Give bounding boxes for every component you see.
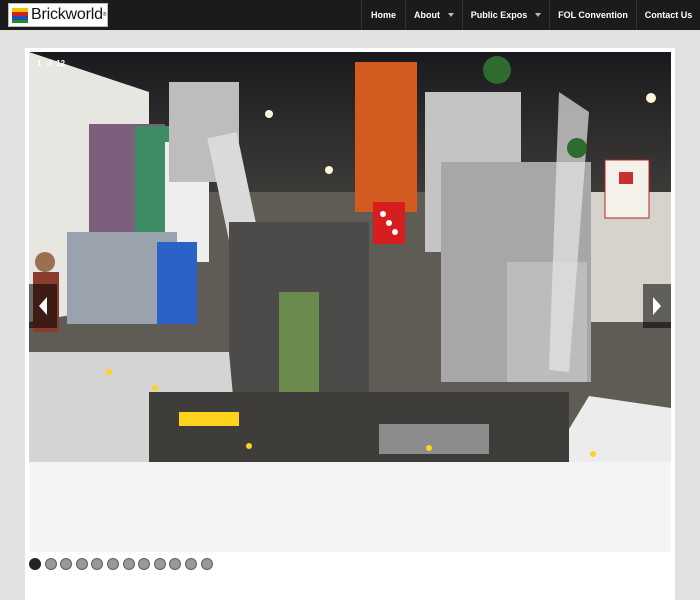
slide-pagination [29, 558, 213, 570]
nav-label-fol-convention: FOL Convention [558, 10, 628, 20]
slide-dot-6[interactable] [106, 558, 119, 570]
chevron-left-icon [39, 297, 47, 315]
nav-label-public-expos: Public Expos [470, 10, 528, 20]
slide-current: 1 [37, 59, 42, 68]
slide-counter: 1 of 12 [37, 59, 65, 68]
slide-dot-5[interactable] [91, 558, 104, 570]
brand-name: Brickworld [31, 6, 103, 23]
nav-label-about: About [414, 10, 440, 20]
lego-city-photo [29, 52, 671, 462]
slider-stage: 1 of 12 [29, 52, 671, 552]
slide-dot-7[interactable] [122, 558, 135, 570]
caret-down-icon [535, 13, 542, 17]
next-slide-button[interactable] [643, 284, 671, 328]
nav-item-public-expos[interactable]: Public Expos [462, 0, 549, 30]
caret-down-icon [448, 13, 454, 17]
slide-dot-12[interactable] [200, 558, 213, 570]
nav-item-fol-convention[interactable]: FOL Convention [549, 0, 636, 30]
brickworld-logo-icon [12, 8, 28, 23]
nav-label-contact-us: Contact Us [644, 10, 693, 20]
chevron-right-icon [653, 297, 661, 315]
slide-image[interactable]: 1 of 12 [29, 52, 671, 462]
slide-dot-11[interactable] [184, 558, 197, 570]
nav-item-about[interactable]: About [405, 0, 462, 30]
nav-label-home: Home [370, 10, 396, 20]
slide-dot-9[interactable] [153, 558, 166, 570]
nav-item-home[interactable]: Home [361, 0, 405, 30]
slide-dot-1[interactable] [29, 558, 41, 570]
slide-dot-4[interactable] [75, 558, 88, 570]
slide-dot-2[interactable] [44, 558, 57, 570]
brickworld-logo-link[interactable]: Brickworld ® [8, 3, 108, 27]
top-navigation-bar: Brickworld ® Home About Public Expos FOL … [0, 0, 700, 30]
slide-dot-8[interactable] [138, 558, 151, 570]
slide-total: 12 [56, 59, 66, 68]
slide-dot-10[interactable] [169, 558, 182, 570]
slide-of-label: of [45, 59, 53, 68]
previous-slide-button[interactable] [29, 284, 57, 328]
registered-mark: ® [102, 12, 107, 18]
nav-item-contact-us[interactable]: Contact Us [636, 0, 700, 30]
slide-dot-3[interactable] [60, 558, 73, 570]
content-card: 1 of 12 [25, 48, 675, 600]
